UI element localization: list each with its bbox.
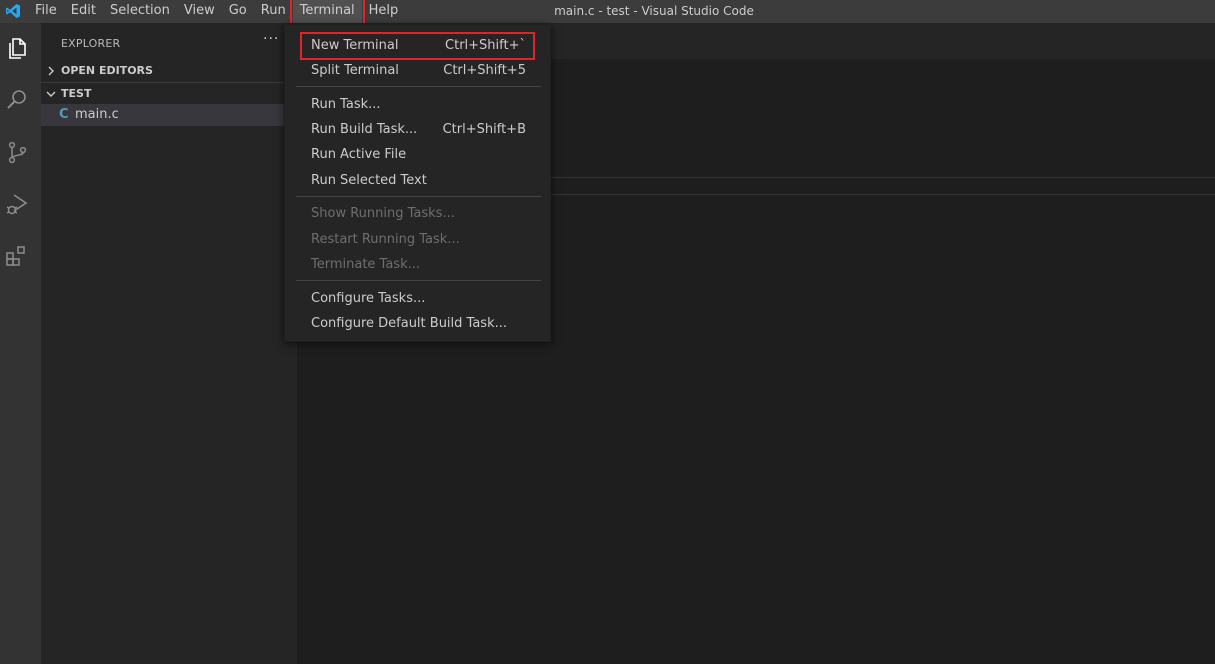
menu-item-show-running-tasks: Show Running Tasks... <box>285 202 552 226</box>
menu-file[interactable]: File <box>28 0 64 23</box>
menu-item-label: Show Running Tasks... <box>311 206 455 221</box>
menu-item-label: New Terminal <box>311 38 399 53</box>
menu-item-terminate-task: Terminate Task... <box>285 253 552 277</box>
menu-item-split-terminal[interactable]: Split Terminal Ctrl+Shift+5 <box>285 59 552 83</box>
menu-help[interactable]: Help <box>362 0 406 23</box>
terminal-menu: New Terminal Ctrl+Shift+` Split Terminal… <box>284 24 551 342</box>
menu-item-new-terminal[interactable]: New Terminal Ctrl+Shift+` <box>285 32 552 60</box>
menu-terminal[interactable]: Terminal <box>289 0 365 25</box>
menu-separator <box>296 86 541 87</box>
more-actions-icon[interactable]: ··· <box>263 31 279 47</box>
title-bar: File Edit Selection View Go Run Terminal… <box>0 0 1215 25</box>
menu-item-label: Terminate Task... <box>311 257 421 272</box>
menu-item-label: Configure Tasks... <box>311 291 426 306</box>
chevron-down-icon <box>46 91 56 97</box>
menu-separator <box>296 280 541 281</box>
menu-item-configure-default-build-task[interactable]: Configure Default Build Task... <box>285 312 552 336</box>
menu-item-label: Run Build Task... <box>311 122 418 137</box>
menu-edit[interactable]: Edit <box>64 0 103 23</box>
menu-item-shortcut: Ctrl+Shift+B <box>442 122 526 137</box>
menu-item-label: Run Active File <box>311 147 407 162</box>
activity-bar <box>0 23 41 664</box>
menu-item-run-task[interactable]: Run Task... <box>285 93 552 117</box>
chevron-right-icon <box>48 66 54 76</box>
run-debug-icon[interactable] <box>4 191 30 217</box>
menu-item-run-active-file[interactable]: Run Active File <box>285 143 552 167</box>
menu-item-shortcut: Ctrl+Shift+` <box>445 38 526 53</box>
explorer-title: EXPLORER <box>61 37 121 50</box>
menu-item-label: Run Selected Text <box>311 173 427 188</box>
menu-view[interactable]: View <box>177 0 222 23</box>
file-name: main.c <box>75 107 119 122</box>
menu-item-label: Configure Default Build Task... <box>311 316 507 331</box>
menu-bar: File Edit Selection View Go Run Terminal… <box>28 0 406 25</box>
folder-label: TEST <box>61 87 92 100</box>
files-icon[interactable] <box>4 35 30 61</box>
extensions-icon[interactable] <box>4 243 30 269</box>
menu-item-label: Restart Running Task... <box>311 232 460 247</box>
open-editors-section[interactable]: OPEN EDITORS <box>41 60 297 82</box>
menu-item-run-build-task[interactable]: Run Build Task... Ctrl+Shift+B <box>285 118 552 142</box>
menu-go[interactable]: Go <box>222 0 254 23</box>
menu-item-run-selected-text[interactable]: Run Selected Text <box>285 169 552 193</box>
c-file-icon: C <box>59 107 69 122</box>
vscode-logo-icon <box>5 3 21 19</box>
menu-item-label: Split Terminal <box>311 63 399 78</box>
source-control-icon[interactable] <box>4 139 30 165</box>
menu-item-shortcut: Ctrl+Shift+5 <box>443 63 526 78</box>
file-item-main-c[interactable]: C main.c <box>41 104 297 126</box>
menu-separator <box>296 196 541 197</box>
search-icon[interactable] <box>4 87 30 113</box>
menu-run[interactable]: Run <box>254 0 293 23</box>
menu-item-label: Run Task... <box>311 97 381 112</box>
menu-selection[interactable]: Selection <box>103 0 177 23</box>
folder-section[interactable]: TEST <box>41 83 297 105</box>
explorer-sidebar: EXPLORER ··· OPEN EDITORS TEST C main.c <box>41 23 297 664</box>
open-editors-label: OPEN EDITORS <box>61 64 153 77</box>
menu-item-restart-running-task: Restart Running Task... <box>285 228 552 252</box>
menu-item-configure-tasks[interactable]: Configure Tasks... <box>285 287 552 311</box>
